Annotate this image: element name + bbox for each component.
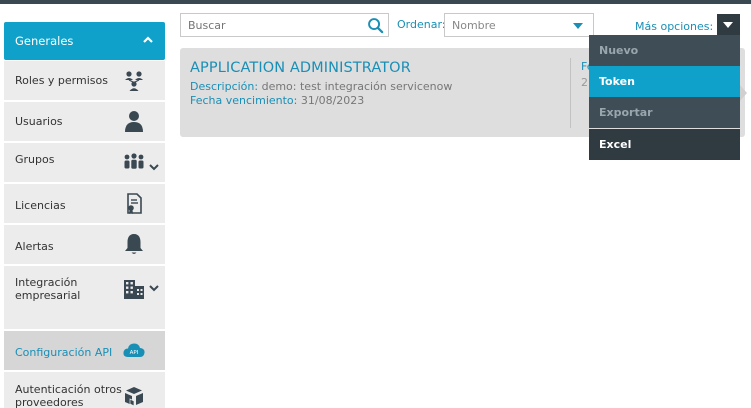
sidebar-item-label: Integración empresarial: [15, 276, 81, 302]
sort-label: Ordenar:: [397, 18, 446, 31]
caret-down-icon: [573, 23, 583, 29]
sidebar-item-label: Alertas: [15, 240, 54, 253]
sidebar-item-configuracion-api[interactable]: Configuración API API: [4, 331, 165, 371]
more-options-label: Más opciones:: [635, 20, 714, 33]
api-cloud-icon: API: [123, 343, 145, 357]
chevron-up-icon: [143, 36, 153, 43]
roles-icon: [125, 71, 143, 91]
sort-select[interactable]: Nombre: [444, 13, 594, 37]
group-icon: [124, 153, 144, 169]
sidebar-item-roles[interactable]: Roles y permisos: [4, 61, 165, 101]
search-box: [180, 13, 389, 37]
user-icon: [125, 111, 143, 132]
svg-text:API: API: [130, 350, 139, 356]
sidebar-item-label: Autenticación otros proveedores: [15, 383, 122, 408]
menu-item-label: Token: [599, 75, 635, 88]
card-side-value: 2: [581, 76, 588, 89]
caret-down-icon: [723, 22, 733, 28]
sidebar-item-label: Grupos: [15, 153, 55, 166]
sidebar-header-generales[interactable]: Generales: [4, 22, 165, 60]
sidebar-header-label: Generales: [15, 34, 74, 48]
menu-item-label: Excel: [599, 138, 632, 151]
sidebar-item-label: Roles y permisos: [15, 74, 108, 87]
sort-select-value: Nombre: [452, 19, 496, 32]
menu-item-nuevo[interactable]: Nuevo: [589, 35, 740, 66]
sidebar-item-autenticacion[interactable]: Autenticación otros proveedores: [4, 372, 165, 408]
description-label: Descripción:: [190, 80, 259, 93]
sidebar-item-alertas[interactable]: Alertas: [4, 225, 165, 265]
card-description: Descripción: demo: test integración serv…: [190, 80, 452, 93]
chevron-down-icon[interactable]: [148, 282, 160, 294]
building-icon: [124, 280, 144, 299]
more-options-button[interactable]: [717, 14, 740, 35]
search-icon[interactable]: [367, 17, 384, 34]
sidebar-item-label: Configuración API: [15, 346, 113, 359]
sidebar-item-grupos[interactable]: Grupos: [4, 143, 165, 183]
scroll-arrow-icon[interactable]: [740, 85, 747, 101]
card-divider: [570, 58, 571, 128]
chevron-down-icon[interactable]: [148, 161, 160, 173]
card-expiry: Fecha vencimiento: 31/08/2023: [190, 94, 364, 107]
sidebar-item-licencias[interactable]: Licencias: [4, 184, 165, 224]
expiry-value: 31/08/2023: [300, 94, 365, 107]
menu-item-token[interactable]: Token: [589, 66, 740, 97]
search-input[interactable]: [188, 18, 363, 33]
sidebar-item-integracion[interactable]: Integración empresarial: [4, 266, 165, 330]
bell-icon: [125, 234, 143, 254]
sidebar-item-usuarios[interactable]: Usuarios: [4, 102, 165, 142]
sidebar-item-label: Licencias: [15, 199, 66, 212]
sidebar: Generales Roles y permisos Usuarios Grup…: [4, 22, 165, 408]
license-icon: [127, 193, 142, 214]
card-title[interactable]: APPLICATION ADMINISTRATOR: [190, 60, 411, 76]
description-value: demo: test integración servicenow: [261, 80, 453, 93]
top-bar: [0, 0, 751, 4]
menu-item-exportar[interactable]: Exportar: [589, 97, 740, 128]
menu-item-label: Nuevo: [599, 44, 639, 57]
menu-item-label: Exportar: [599, 106, 653, 119]
sidebar-item-label: Usuarios: [15, 115, 63, 128]
boxes-icon: [125, 387, 143, 407]
more-options-menu: Nuevo Token Exportar Excel: [589, 35, 740, 160]
expiry-label: Fecha vencimiento:: [190, 94, 298, 107]
menu-item-excel[interactable]: Excel: [589, 129, 740, 160]
